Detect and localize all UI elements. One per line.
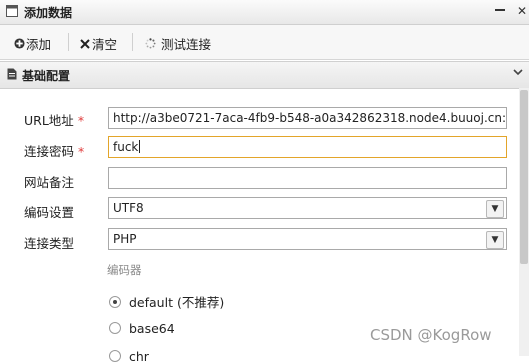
connection-type-select[interactable]: PHP ▼ (108, 228, 507, 250)
add-button-label: 添加 (26, 37, 52, 52)
add-button[interactable]: 添加 (14, 34, 51, 53)
document-icon (7, 68, 17, 83)
encoding-value: UTF8 (113, 201, 144, 215)
toolbar-divider (132, 33, 133, 51)
encoding-select[interactable]: UTF8 ▼ (108, 197, 507, 219)
note-label: 网站备注 (24, 175, 75, 190)
encoder-option-chr[interactable]: chr (109, 349, 149, 364)
radio-checked[interactable] (109, 296, 121, 308)
chevron-down-icon[interactable]: ▼ (486, 200, 504, 218)
connection-type-value: PHP (113, 232, 137, 246)
window-titlebar: 添加数据 ✕ (0, 0, 529, 25)
required-mark: * (78, 144, 85, 159)
window-icon (6, 5, 18, 20)
clear-button[interactable]: 清空 (80, 34, 117, 53)
section-title: 基础配置 (22, 69, 71, 83)
encoding-label: 编码设置 (24, 205, 75, 220)
connection-type-label: 连接类型 (24, 236, 75, 251)
radio-unchecked[interactable] (109, 322, 121, 334)
x-icon (80, 37, 92, 52)
text-caret (139, 140, 141, 153)
scrollbar-thumb[interactable] (520, 90, 528, 264)
password-label: 连接密码 * (24, 144, 85, 159)
window-title: 添加数据 (24, 6, 73, 20)
radio-unchecked[interactable] (109, 350, 121, 362)
clear-button-label: 清空 (92, 37, 118, 52)
minimize-icon[interactable] (494, 4, 506, 19)
url-input[interactable]: http://a3be0721-7aca-4fb9-b548-a0a342862… (108, 107, 507, 129)
url-label: URL地址 * (24, 113, 85, 128)
spinner-icon (145, 37, 157, 52)
plus-circle-icon (14, 37, 26, 52)
encoder-option-default[interactable]: default (不推荐) (109, 292, 224, 311)
section-header-basic-config[interactable]: 基础配置 (0, 61, 529, 89)
test-connection-button[interactable]: 测试连接 (145, 34, 211, 53)
note-input[interactable] (108, 167, 507, 189)
test-connection-label: 测试连接 (160, 37, 211, 52)
chevron-down-icon[interactable] (513, 66, 523, 80)
password-input[interactable]: fuck (108, 136, 507, 158)
required-mark: * (77, 113, 85, 128)
encoder-group-label: 编码器 (107, 263, 142, 277)
close-icon[interactable]: ✕ (517, 4, 527, 18)
chevron-down-icon[interactable]: ▼ (486, 231, 504, 249)
toolbar: 添加 清空 测试连接 (0, 25, 529, 60)
toolbar-divider (68, 33, 69, 51)
encoder-option-base64[interactable]: base64 (109, 321, 175, 336)
watermark: CSDN @KogRow (370, 326, 492, 344)
